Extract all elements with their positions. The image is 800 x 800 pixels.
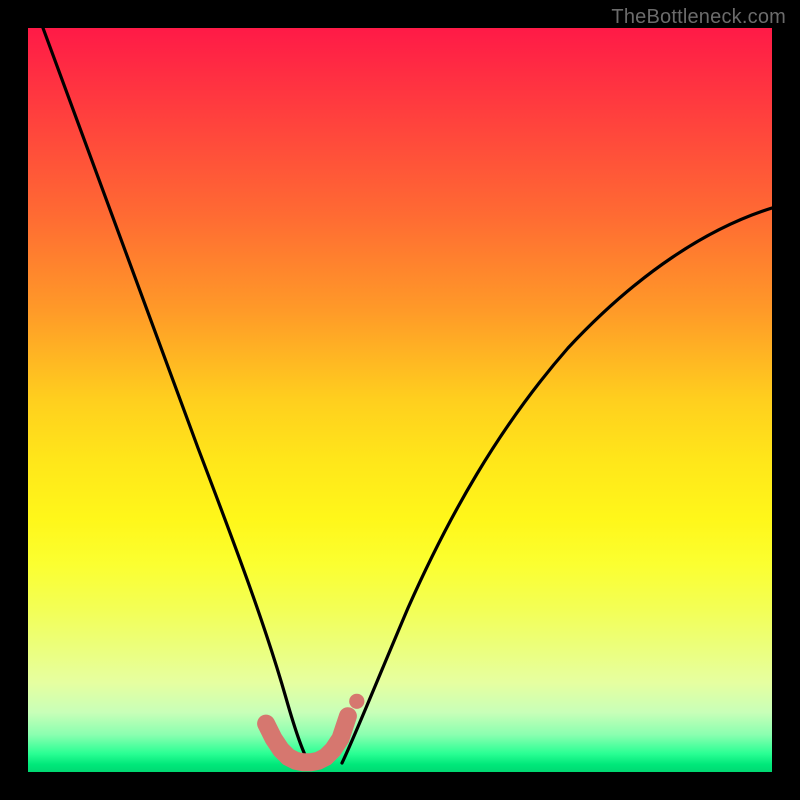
valley-stroke [266,716,348,762]
marker-layer [266,694,364,763]
chart-svg [28,28,772,772]
left-curve [43,28,310,764]
chart-frame: TheBottleneck.com [0,0,800,800]
curve-layer [43,28,772,764]
right-curve [342,208,772,763]
watermark-text: TheBottleneck.com [611,6,786,29]
valley-end-marker [349,694,364,709]
